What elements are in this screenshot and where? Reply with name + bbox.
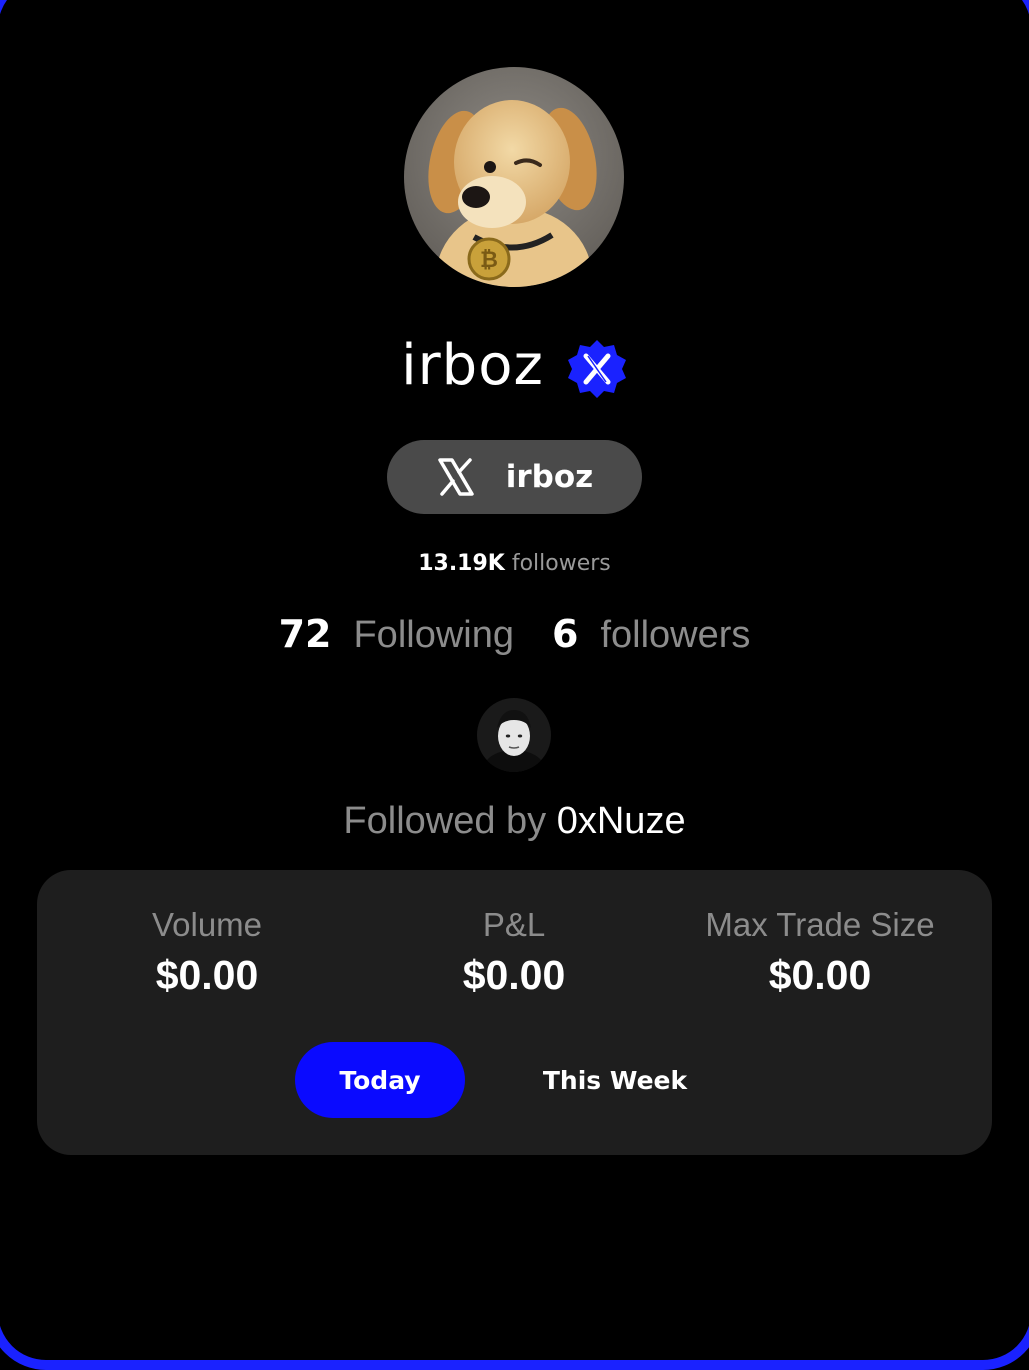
period-tabs: Today This Week bbox=[295, 1042, 765, 1118]
pnl-metric: P&L $0.00 bbox=[354, 906, 674, 999]
x-handle-label: irboz bbox=[505, 459, 594, 495]
max-trade-size-value: $0.00 bbox=[768, 952, 872, 998]
following-stat[interactable]: 72 Following bbox=[279, 612, 514, 657]
following-count: 72 bbox=[278, 612, 332, 656]
followed-by-line: Followed by 0xNuze bbox=[0, 800, 1029, 843]
profile-avatar[interactable]: ₿ bbox=[404, 67, 624, 287]
profile-display-name: irboz bbox=[401, 332, 544, 398]
max-trade-size-metric: Max Trade Size $0.00 bbox=[660, 906, 980, 999]
profile-name-row: irboz bbox=[0, 325, 1029, 405]
follow-stats: 72 Following 6 followers bbox=[0, 612, 1029, 657]
volume-value: $0.00 bbox=[155, 952, 259, 998]
tab-today[interactable]: Today bbox=[295, 1042, 465, 1118]
x-logo-icon bbox=[436, 457, 476, 497]
x-verified-badge-icon bbox=[566, 338, 628, 400]
tab-this-week[interactable]: This Week bbox=[465, 1042, 765, 1118]
followed-by-prefix: Followed by bbox=[343, 800, 547, 842]
followers-stat[interactable]: 6 followers bbox=[552, 612, 750, 657]
x-followers-count: 13.19K followers bbox=[0, 551, 1029, 576]
followers-label: followers bbox=[600, 614, 751, 656]
x-followers-label: followers bbox=[511, 551, 611, 576]
volume-label: Volume bbox=[151, 906, 263, 943]
volume-metric: Volume $0.00 bbox=[47, 906, 367, 999]
pnl-value: $0.00 bbox=[462, 952, 566, 998]
following-label: Following bbox=[353, 614, 514, 656]
svg-text:₿: ₿ bbox=[480, 248, 498, 273]
trading-stats-card: Volume $0.00 P&L $0.00 Max Trade Size $0… bbox=[37, 870, 992, 1155]
x-followers-number: 13.19K bbox=[418, 551, 505, 576]
followed-by-name[interactable]: 0xNuze bbox=[557, 800, 686, 842]
pnl-label: P&L bbox=[482, 906, 546, 943]
followers-count: 6 bbox=[552, 612, 579, 656]
max-trade-size-label: Max Trade Size bbox=[705, 906, 935, 943]
x-account-button[interactable]: irboz bbox=[387, 440, 642, 514]
mutual-follower-avatar[interactable] bbox=[477, 698, 551, 772]
